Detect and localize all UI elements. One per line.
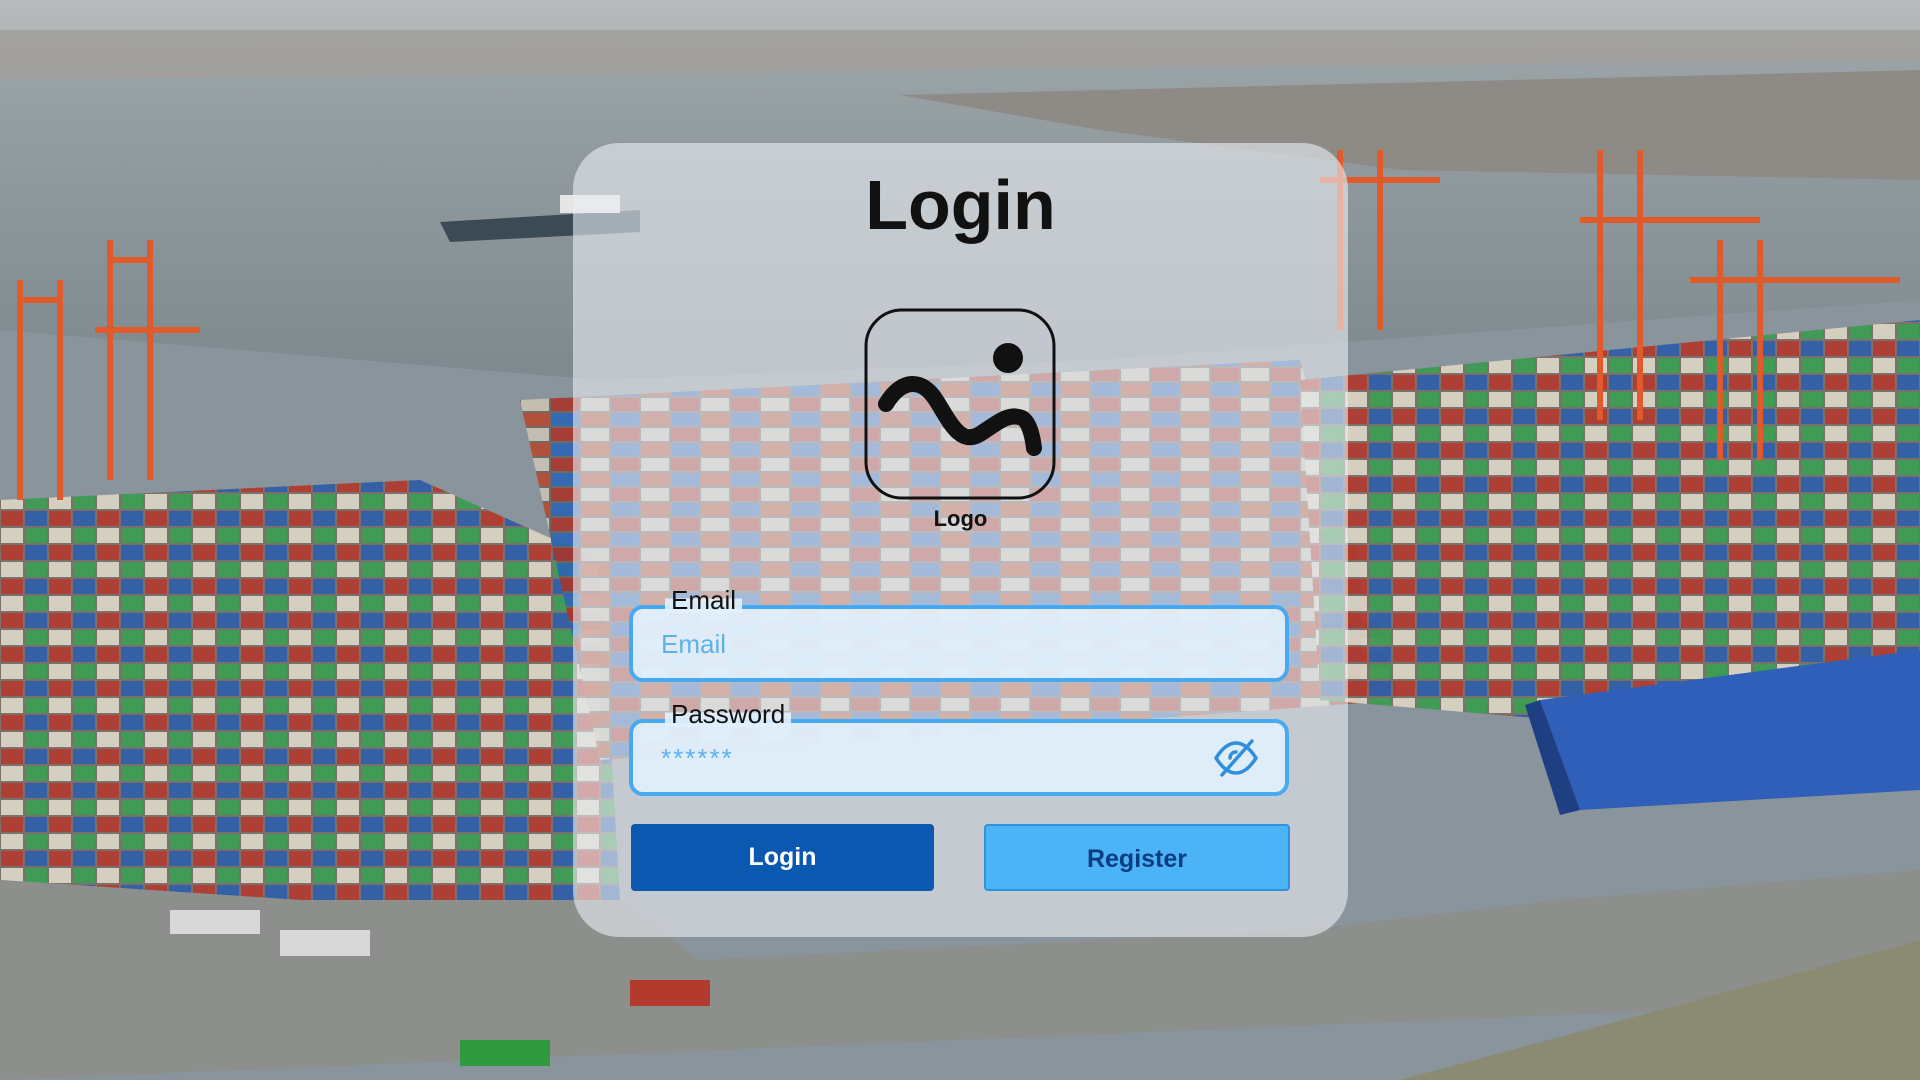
page-title: Login xyxy=(865,166,1056,244)
login-button[interactable]: Login xyxy=(631,824,934,891)
image-placeholder-icon xyxy=(864,308,1056,500)
email-field[interactable]: Email xyxy=(629,587,1289,682)
password-field[interactable]: Password xyxy=(629,701,1289,796)
password-input[interactable] xyxy=(659,723,1203,794)
login-card: Login Logo Email Password Login Register xyxy=(573,143,1348,937)
logo-label: Logo xyxy=(933,506,988,531)
register-button[interactable]: Register xyxy=(984,824,1290,891)
eye-off-icon[interactable] xyxy=(1213,738,1259,778)
email-input[interactable] xyxy=(659,609,1203,680)
